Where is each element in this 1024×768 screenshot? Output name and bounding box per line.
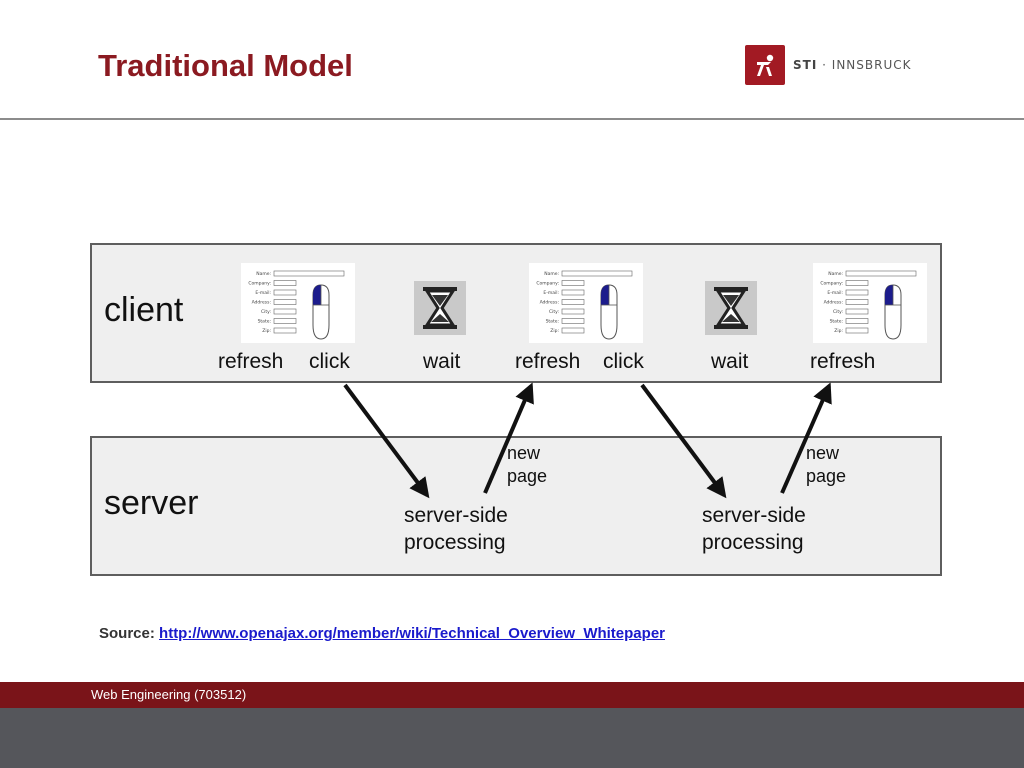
source-link[interactable]: http://www.openajax.org/member/wiki/Tech…: [159, 625, 665, 642]
response-arrow: [483, 382, 534, 494]
source-citation: Source: http://www.openajax.org/member/w…: [99, 625, 665, 642]
request-response-arrows: [343, 382, 832, 499]
source-label: Source:: [99, 625, 155, 642]
response-arrow: [780, 382, 832, 494]
footer-base: [0, 708, 1024, 768]
footer-course: Web Engineering (703512): [91, 687, 247, 702]
request-arrow: [343, 383, 430, 499]
request-arrow: [640, 383, 727, 499]
